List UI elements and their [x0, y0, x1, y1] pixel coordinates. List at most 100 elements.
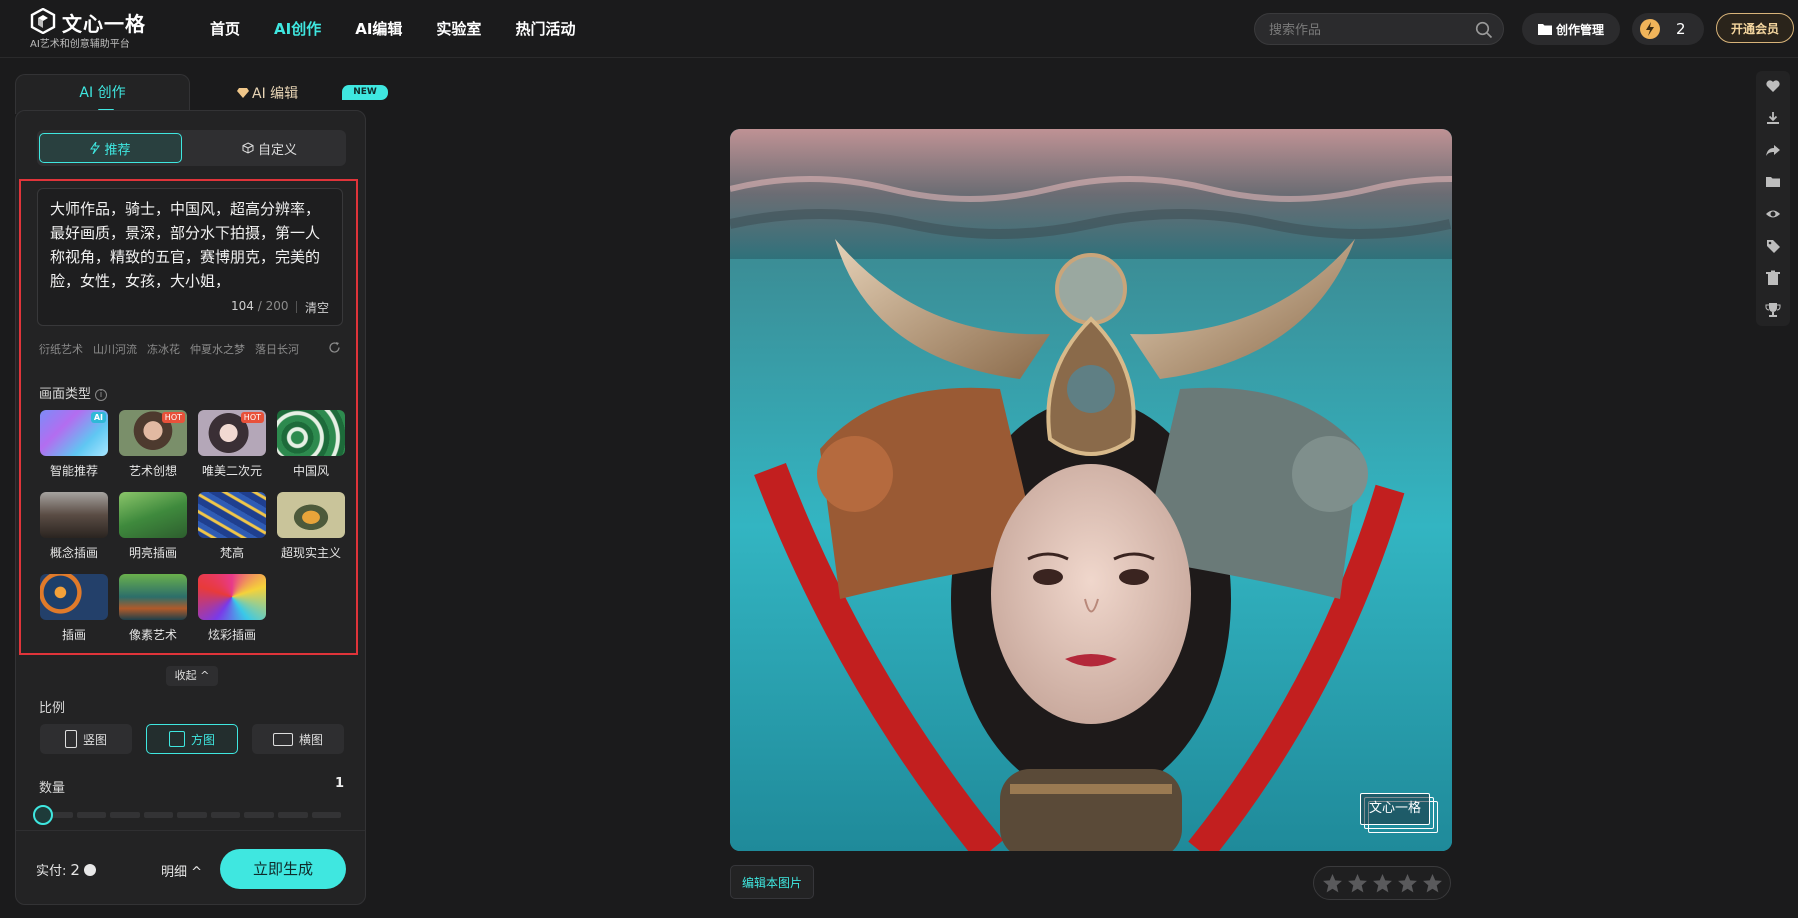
prompt-char-count: 104 / 200 — [231, 299, 289, 313]
style-label: 智能推荐 — [49, 464, 98, 478]
nav-ai-edit[interactable]: AI编辑 — [355, 18, 402, 39]
style-thumbnail — [277, 492, 345, 538]
mode-custom-button[interactable]: 自定义 — [197, 133, 342, 163]
watermark: 文心一格 — [1360, 793, 1438, 833]
style-smart-recommend[interactable]: AI 智能推荐 — [40, 410, 108, 479]
star-icon[interactable] — [1422, 873, 1443, 894]
cube-icon — [242, 142, 254, 154]
new-badge: NEW — [342, 85, 388, 100]
prompt-input[interactable]: 大师作品，骑士，中国风，超高分辨率，最好画质，景深，部分水下拍摄，第一人称视角，… — [37, 188, 343, 326]
style-concept-illustration[interactable]: 概念插画 — [40, 492, 108, 561]
style-bright-illustration[interactable]: 明亮插画 — [119, 492, 187, 561]
search-input[interactable] — [1269, 21, 1459, 39]
top-header: 文心一格 AI艺术和创意辅助平台 首页 AI创作 AI编辑 实验室 热门活动 创… — [0, 0, 1798, 58]
prompt-count-value: 104 — [231, 299, 254, 313]
tag-icon[interactable] — [1765, 238, 1781, 254]
action-rail — [1756, 71, 1790, 326]
nav-lab[interactable]: 实验室 — [436, 18, 481, 39]
ratio-portrait-button[interactable]: 竖图 — [40, 724, 132, 754]
clear-prompt-button[interactable]: 清空 — [305, 299, 329, 316]
ratio-label: 竖图 — [82, 732, 107, 747]
refresh-icon[interactable] — [328, 341, 341, 354]
style-thumbnail: HOT — [198, 410, 266, 456]
suggestion-item[interactable]: 衍纸艺术 — [39, 341, 83, 357]
creation-manage-button[interactable]: 创作管理 — [1522, 13, 1620, 45]
ratio-label: 方图 — [190, 732, 215, 747]
style-thumbnail — [277, 410, 345, 456]
creation-manage-label: 创作管理 — [1555, 22, 1604, 37]
style-anime[interactable]: HOT 唯美二次元 — [198, 410, 266, 479]
logo[interactable]: 文心一格 AI艺术和创意辅助平台 — [30, 8, 170, 50]
style-chinese[interactable]: 中国风 — [277, 410, 345, 479]
share-icon[interactable] — [1765, 142, 1781, 158]
style-van-gogh[interactable]: 梵高 — [198, 492, 266, 561]
detail-button[interactable]: 明细 ^ — [161, 861, 202, 880]
nav-home[interactable]: 首页 — [210, 18, 240, 39]
suggestion-item[interactable]: 仲夏水之梦 — [190, 341, 245, 357]
style-thumbnail — [198, 574, 266, 620]
style-type-title: 画面类型 i — [39, 383, 108, 402]
ratio-square-button[interactable]: 方图 — [146, 724, 238, 754]
style-label: 超现实主义 — [280, 546, 341, 560]
credits-counter[interactable]: 2 — [1632, 13, 1704, 45]
tab-ai-create[interactable]: AI 创作 — [15, 74, 190, 114]
star-icon[interactable] — [1372, 873, 1393, 894]
edit-image-button[interactable]: 编辑本图片 — [730, 865, 814, 899]
quantity-slider-track[interactable] — [43, 812, 342, 818]
style-pixel-art[interactable]: 像素艺术 — [119, 574, 187, 643]
panel-tabs: AI 创作 AI 编辑 NEW — [15, 74, 388, 114]
style-colorful-illustration[interactable]: 炫彩插画 — [198, 574, 266, 643]
star-icon[interactable] — [1397, 873, 1418, 894]
mode-recommend-button[interactable]: 推荐 — [39, 133, 182, 163]
cost-value: 2 — [70, 861, 80, 879]
style-art-idea[interactable]: HOT 艺术创想 — [119, 410, 187, 479]
style-type-label: 画面类型 — [39, 387, 92, 402]
style-label: 明亮插画 — [128, 546, 177, 560]
style-label: 像素艺术 — [128, 628, 177, 642]
search-box — [1254, 13, 1504, 45]
nav-events[interactable]: 热门活动 — [515, 18, 575, 39]
style-label: 梵高 — [219, 546, 244, 560]
lightning-icon — [1640, 19, 1660, 39]
collapse-button[interactable]: 收起 ^ — [166, 666, 218, 686]
suggestion-item[interactable]: 冻冰花 — [147, 341, 180, 357]
style-surrealism[interactable]: 超现实主义 — [277, 492, 345, 561]
quantity-value: 1 — [335, 776, 345, 791]
eye-icon[interactable] — [1765, 206, 1781, 222]
tab-ai-edit[interactable]: AI 编辑 — [237, 83, 298, 103]
quantity-slider-handle[interactable] — [33, 805, 53, 825]
suggestion-item[interactable]: 山川河流 — [93, 341, 137, 357]
download-icon[interactable] — [1765, 110, 1781, 126]
folder-icon[interactable] — [1765, 174, 1781, 190]
prompt-count-max: / 200 — [257, 299, 289, 313]
style-illustration[interactable]: 插画 — [40, 574, 108, 643]
folder-icon — [1537, 24, 1552, 35]
mode-custom-label: 自定义 — [257, 142, 297, 158]
generate-button[interactable]: 立即生成 — [220, 849, 346, 889]
open-vip-button[interactable]: 开通会员 — [1716, 13, 1794, 43]
star-icon[interactable] — [1322, 873, 1343, 894]
nav-ai-create[interactable]: AI创作 — [274, 18, 321, 39]
trophy-icon[interactable] — [1765, 302, 1781, 318]
search-icon[interactable] — [1475, 21, 1493, 39]
watermark-text: 文心一格 — [1360, 793, 1430, 825]
suggestion-item[interactable]: 落日长河 — [255, 341, 299, 357]
style-label: 中国风 — [292, 464, 329, 478]
generated-image-canvas — [730, 129, 1452, 851]
coin-icon — [83, 864, 96, 876]
star-icon[interactable] — [1347, 873, 1368, 894]
info-icon[interactable]: i — [95, 389, 108, 401]
prompt-text[interactable]: 大师作品，骑士，中国风，超高分辨率，最好画质，景深，部分水下拍摄，第一人称视角，… — [50, 197, 334, 291]
trash-icon[interactable] — [1765, 270, 1781, 286]
mode-recommend-label: 推荐 — [104, 142, 131, 158]
lightning-icon — [90, 142, 101, 154]
ratio-landscape-button[interactable]: 横图 — [252, 724, 344, 754]
ai-badge: AI — [90, 412, 106, 423]
heart-icon[interactable] — [1765, 78, 1781, 94]
style-label: 概念插画 — [49, 546, 98, 560]
generated-image[interactable]: 文心一格 — [730, 129, 1452, 851]
style-thumbnail: HOT — [119, 410, 187, 456]
style-thumbnail — [40, 492, 108, 538]
diamond-icon — [237, 88, 249, 98]
detail-label: 明细 — [161, 865, 188, 880]
